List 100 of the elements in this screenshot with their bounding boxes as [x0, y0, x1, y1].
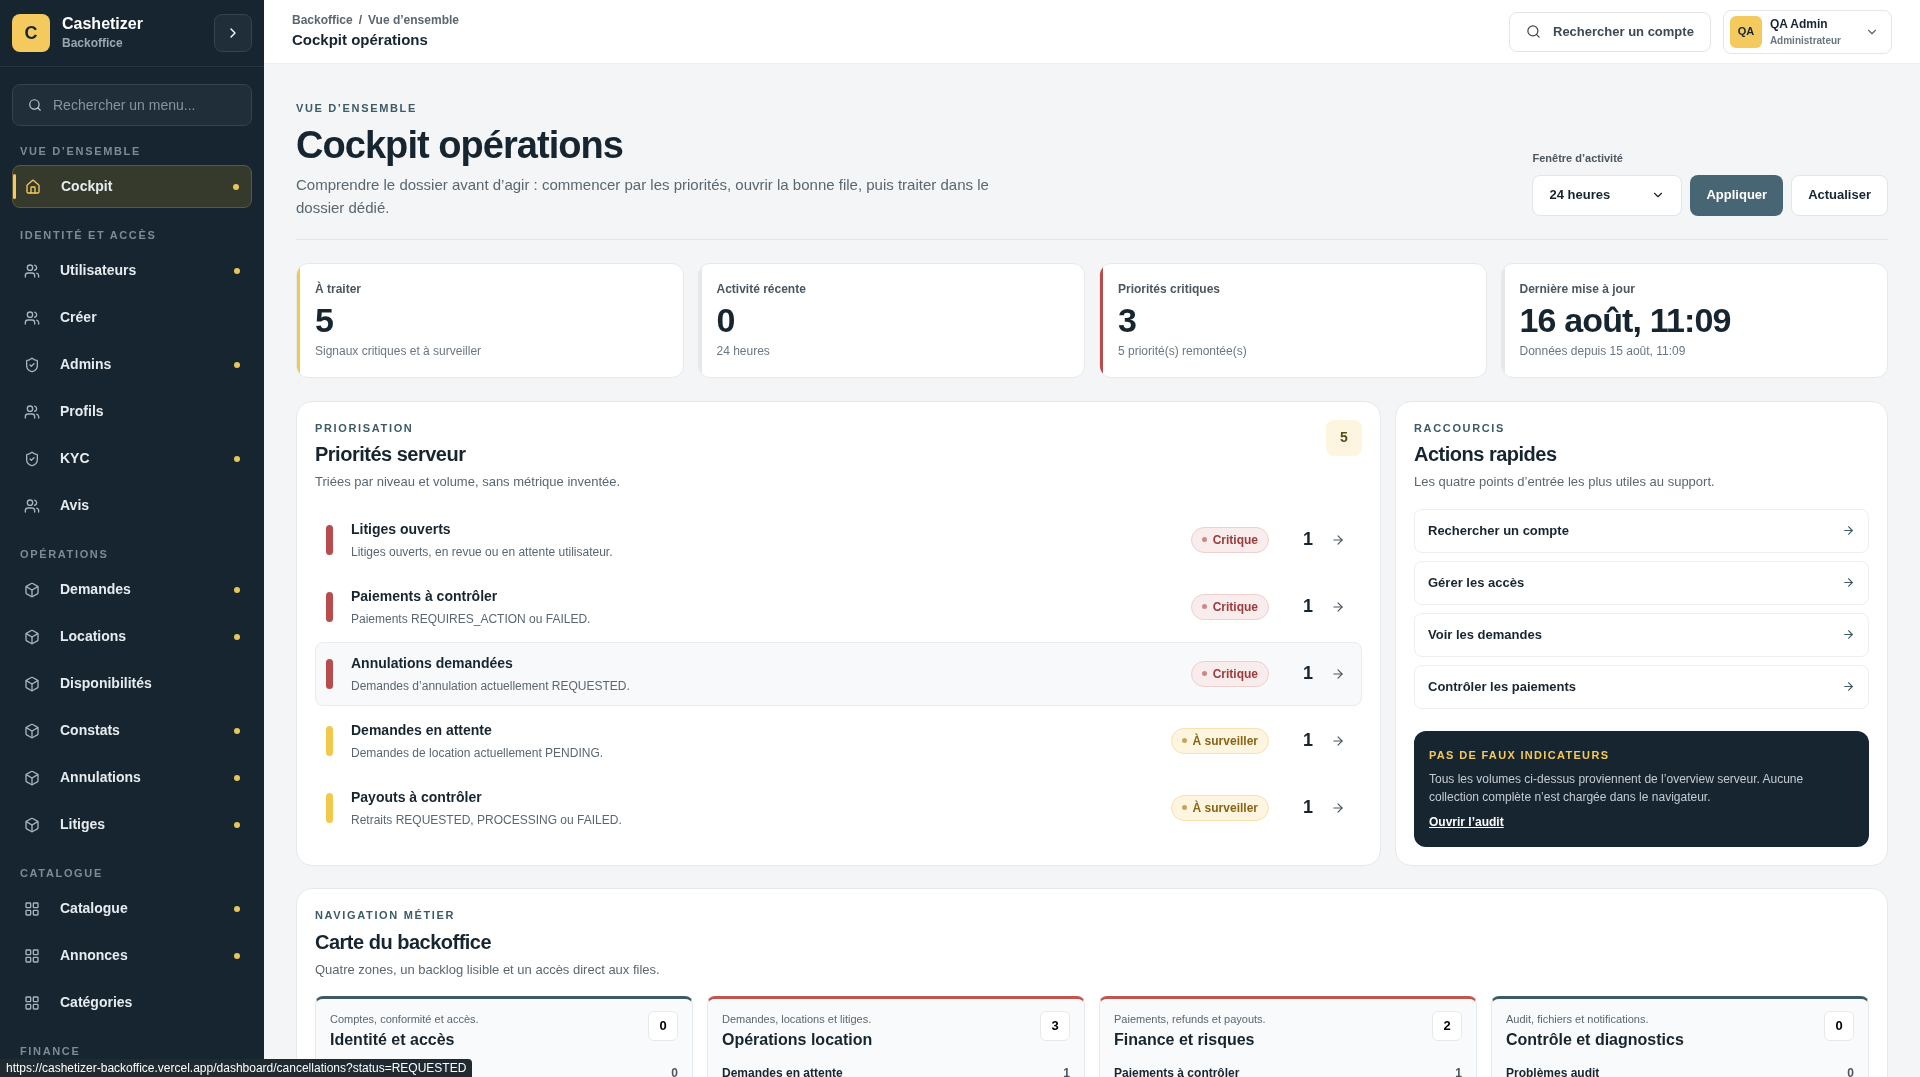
quick-action-button[interactable]: Contrôler les paiements [1414, 664, 1869, 709]
section-title: VUE D’ENSEMBLE [19, 144, 142, 160]
zone-card[interactable]: Demandes, locations et litiges. Opérations location 3 Demandes en attente 1 [707, 996, 1085, 1077]
cube-icon [24, 581, 40, 598]
quick-action-button[interactable]: Rechercher un compte [1414, 508, 1869, 553]
activity-window-select[interactable]: 24 heures [1532, 174, 1683, 216]
menu-search-field[interactable]: Rechercher un menu... [12, 83, 252, 126]
panel-title: Actions rapides [1414, 442, 1558, 467]
user-name: QA Admin [1769, 16, 1828, 33]
sidebar-item[interactable]: Disponibilités [12, 662, 252, 705]
search-icon [28, 97, 42, 112]
sidebar-item[interactable]: Constats [12, 709, 252, 752]
count-badge: 5 [1326, 419, 1362, 456]
sidebar-item[interactable]: Catalogue [12, 887, 252, 930]
priority-count: 1 [1303, 595, 1313, 618]
user-role: Administrateur [1769, 34, 1841, 48]
priority-count: 1 [1303, 729, 1313, 752]
sidebar-item[interactable]: Demandes [12, 568, 252, 611]
sidebar-item[interactable]: Litiges [12, 803, 252, 846]
cube-icon [24, 722, 40, 739]
severity-badge: Critique [1190, 660, 1269, 687]
zone-row-value: 0 [1847, 1064, 1854, 1077]
zone-caption: Demandes, locations et litiges. [722, 1012, 873, 1027]
section-title: CATALOGUE [19, 866, 104, 882]
zone-card[interactable]: Audit, fichiers et notifications. Contrôle et diagnostics 0 Problèmes audit 0 [1491, 996, 1869, 1077]
page-title: Cockpit opérations [292, 30, 429, 51]
severity-bar [326, 792, 333, 823]
section-eyebrow: VUE D’ENSEMBLE [296, 101, 418, 116]
zone-caption: Comptes, conformité et accès. [330, 1012, 480, 1027]
quick-action-button[interactable]: Voir les demandes [1414, 612, 1869, 657]
zone-title: Identité et accès [330, 1029, 456, 1050]
panel-subtitle: Quatre zones, un backlog lisible et un accès direct aux files. [315, 960, 661, 979]
priority-title: Paiements à contrôler [351, 586, 499, 606]
priority-detail: Paiements REQUIRES_ACTION ou FAILED. [351, 610, 592, 628]
arrow-right-icon [1842, 680, 1855, 693]
status-url: https://cashetizer-backoffice.vercel.app/dashboard/cancellations?status=REQUESTED [0, 1059, 473, 1077]
arrow-right-icon [1842, 628, 1855, 641]
kpi-label: Priorités critiques [1118, 280, 1222, 298]
grid-icon [24, 994, 40, 1011]
priority-count: 1 [1303, 662, 1313, 685]
breadcrumb-separator: / [358, 12, 363, 30]
people-icon [24, 309, 40, 326]
severity-badge: À surveiller [1170, 727, 1269, 754]
priority-row[interactable]: Payouts à contrôler Retraits REQUESTED, PROCESSING ou FAILED. À surveiller 1 [315, 775, 1362, 840]
field-label: Fenêtre d’activité [1532, 151, 1624, 166]
zone-count: 2 [1432, 1011, 1462, 1041]
sidebar-item[interactable]: Admins [12, 343, 252, 386]
priority-row[interactable]: Demandes en attente Demandes de location actuellement PENDING. À surveiller 1 [315, 708, 1362, 773]
sidebar-item[interactable]: Cockpit [12, 165, 252, 208]
priority-row[interactable]: Litiges ouverts Litiges ouverts, en revue ou en attente utilisateur. Critique 1 [315, 507, 1362, 572]
refresh-button[interactable]: Actualiser [1791, 174, 1888, 216]
priority-title: Demandes en attente [351, 720, 493, 740]
sidebar-item[interactable]: Utilisateurs [12, 249, 252, 292]
user-menu[interactable]: QA QA Admin Administrateur [1722, 9, 1892, 54]
apply-button[interactable]: Appliquer [1690, 174, 1784, 216]
zone-caption: Audit, fichiers et notifications. [1506, 1012, 1650, 1027]
panel-subtitle: Triées par niveau et volume, sans métrique inventée. [315, 473, 622, 491]
audit-link[interactable]: Ouvrir l’audit [1429, 813, 1854, 831]
panel-subtitle: Les quatre points d’entrée les plus utiles au support. [1414, 473, 1716, 491]
priority-row[interactable]: Paiements à contrôler Paiements REQUIRES_ACTION ou FAILED. Critique 1 [315, 574, 1362, 639]
sidebar-item[interactable]: Catégories [12, 981, 252, 1024]
zone-count: 3 [1040, 1011, 1070, 1041]
sidebar-item[interactable]: Créer [12, 296, 252, 339]
zone-row-value: 1 [1455, 1064, 1462, 1077]
breadcrumb-current: Vue d’ensemble [368, 12, 459, 30]
severity-badge: Critique [1190, 526, 1269, 553]
quick-action-button[interactable]: Gérer les accès [1414, 560, 1869, 605]
cube-icon [24, 628, 40, 645]
priority-detail: Demandes de location actuellement PENDING. [351, 744, 605, 762]
brand-logo: C [12, 13, 50, 52]
kpi-label: À traiter [315, 280, 362, 298]
sidebar-item[interactable]: Annulations [12, 756, 252, 799]
kpi-label: Activité récente [716, 280, 807, 298]
breadcrumb-link[interactable]: Backoffice [292, 11, 353, 30]
sidebar-item[interactable]: Avis [12, 484, 252, 527]
zone-count: 0 [1824, 1011, 1854, 1041]
sidebar-item[interactable]: Annonces [12, 934, 252, 977]
priority-title: Annulations demandées [351, 653, 514, 673]
priority-row[interactable]: Annulations demandées Demandes d’annulation actuellement REQUESTED. Critique 1 [315, 641, 1362, 706]
section-eyebrow: PRIORISATION [315, 420, 415, 436]
collapse-button[interactable] [214, 13, 252, 52]
zone-row-value: 1 [1063, 1064, 1070, 1077]
zone-title: Opérations location [722, 1029, 874, 1050]
sidebar-item[interactable]: KYC [12, 437, 252, 480]
section-eyebrow: RACCOURCIS [1414, 420, 1507, 436]
sidebar-item[interactable]: Profils [12, 390, 252, 433]
grid-icon [24, 900, 40, 917]
zone-card[interactable]: Paiements, refunds et payouts. Finance et risques 2 Paiements à contrôler 1 [1099, 996, 1477, 1077]
cube-icon [24, 675, 40, 692]
sidebar-item[interactable]: Locations [12, 615, 252, 658]
severity-badge: Critique [1190, 593, 1269, 620]
priority-detail: Demandes d’annulation actuellement REQUESTED. [351, 677, 631, 695]
severity-bar [326, 658, 333, 689]
search-icon [1526, 24, 1541, 39]
section-title: FINANCE [19, 1044, 82, 1060]
account-search-button[interactable]: Rechercher un compte [1509, 11, 1711, 52]
zone-caption: Paiements, refunds et payouts. [1114, 1012, 1267, 1027]
panel-title: Priorités serveur [315, 442, 467, 467]
severity-bar [326, 725, 333, 756]
arrow-right-icon [1842, 576, 1855, 589]
